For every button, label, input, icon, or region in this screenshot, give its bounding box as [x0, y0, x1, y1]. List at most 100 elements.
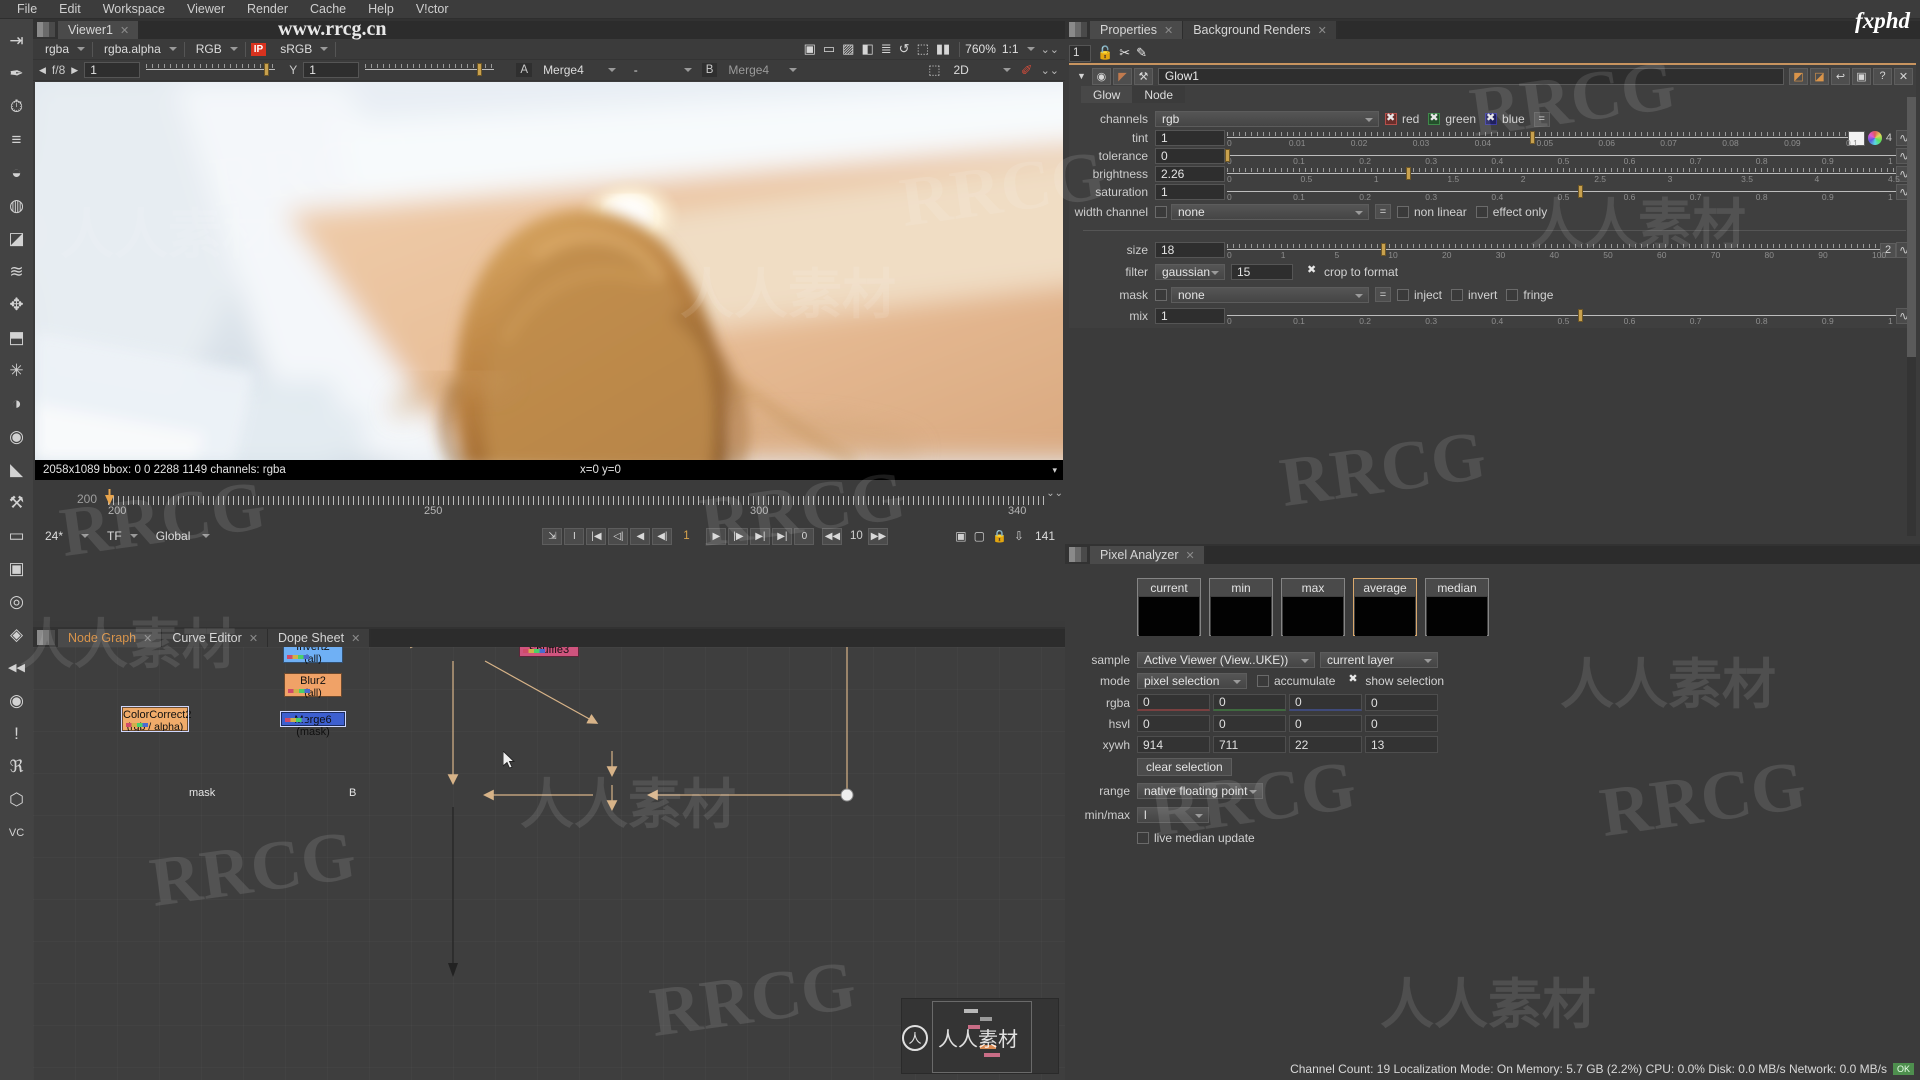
node-merge6-mask-[interactable]: Merge6 (mask)	[280, 711, 346, 737]
edit-icon[interactable]: ✎	[1136, 45, 1147, 61]
value-field[interactable]: 0	[1289, 694, 1362, 711]
node-shuffle3[interactable]: Shuffle3	[519, 647, 579, 657]
color-picker-icon[interactable]: ✐	[1021, 62, 1033, 79]
goto-end-button[interactable]: ▶|	[772, 527, 793, 545]
node-colorcorrect2[interactable]: ColorCorrect2 (rgb / alpha)	[121, 706, 191, 732]
checkerboard-icon[interactable]: ▨	[842, 41, 854, 57]
sample-layer-dropdown[interactable]: current layer	[1320, 652, 1438, 668]
step-forward-button[interactable]: |▶	[728, 527, 749, 545]
fullframe-icon[interactable]: ▢	[974, 529, 985, 543]
lock-range-select[interactable]: Global	[150, 528, 213, 544]
tint-input[interactable]: 1	[1155, 130, 1225, 146]
tolerance-slider[interactable]: 00.10.20.30.40.50.60.70.80.91	[1225, 148, 1896, 166]
rewind-plugin-icon[interactable]: ◀◀	[0, 651, 33, 684]
slider-handle[interactable]	[477, 63, 483, 76]
playback-range-icon[interactable]: ▣	[955, 529, 966, 543]
checkbox-blue[interactable]	[1485, 111, 1498, 125]
panel-grip-icon[interactable]	[1069, 22, 1087, 37]
tab-pixel-analyzer[interactable]: Pixel Analyzer ✕	[1090, 546, 1205, 564]
vc-label-icon[interactable]: VC	[0, 816, 33, 849]
inject-checkbox[interactable]	[1397, 288, 1409, 301]
close-icon[interactable]: ✕	[120, 24, 129, 37]
mix-input[interactable]: 1	[1155, 308, 1225, 324]
sphere-icon[interactable]: ⬡	[0, 783, 33, 816]
mask-icon[interactable]: ◤	[1112, 67, 1132, 85]
chevron-down-icon[interactable]	[1026, 47, 1035, 51]
minmax-dropdown[interactable]: l	[1137, 807, 1209, 823]
colorspace-select[interactable]: sRGB	[274, 41, 330, 57]
refresh-icon[interactable]: ↺	[899, 41, 910, 57]
tab-node[interactable]: Node	[1132, 86, 1186, 103]
toolsets-node-icon[interactable]: ⚒	[0, 486, 33, 519]
saturation-input[interactable]: 1	[1155, 184, 1225, 200]
node-blur2[interactable]: Blur2 (all)	[284, 673, 342, 698]
revert-icon[interactable]: ↩	[1831, 67, 1850, 85]
expression-equals-button[interactable]: =	[1375, 204, 1391, 219]
filter-node-icon[interactable]: ◍	[0, 189, 33, 222]
menu-item-render[interactable]: Render	[236, 0, 299, 19]
compare-icon[interactable]: ▮▮	[936, 41, 950, 57]
lock-icon[interactable]: 🔒	[992, 529, 1007, 543]
panel-grip-icon[interactable]	[37, 630, 55, 645]
timeline-expand-icon[interactable]: ⌄⌄	[1046, 488, 1063, 499]
play-backward-button[interactable]: ◀	[630, 527, 651, 545]
filter-quality-input[interactable]: 15	[1231, 263, 1293, 280]
brightness-input[interactable]: 2.26	[1155, 166, 1225, 182]
in-point-button[interactable]: I	[564, 527, 585, 545]
accumulate-checkbox[interactable]	[1257, 675, 1269, 687]
tab-properties[interactable]: Properties ✕	[1090, 21, 1184, 39]
value-field[interactable]: 0	[1289, 715, 1362, 732]
checkbox-red[interactable]	[1385, 111, 1397, 125]
decrement-button[interactable]: ◀◀	[822, 527, 843, 545]
value-field[interactable]: 0	[1213, 694, 1286, 711]
expand-toolbar-icon[interactable]: ⌄⌄	[1041, 43, 1059, 56]
value-field[interactable]: 711	[1213, 736, 1286, 753]
tab-curve-editor[interactable]: Curve Editor ✕	[162, 629, 269, 647]
view-mode-select[interactable]: 2D	[948, 62, 1013, 78]
play-forward-button[interactable]: ▶	[706, 527, 727, 545]
tab-node-graph[interactable]: Node Graph ✕	[58, 629, 163, 647]
tint-slider[interactable]: 0 0.01 0.02 0.03 0.04 0.05 0.06 0.07 0.08 0.09 0.1	[1227, 130, 1858, 148]
clear-all-icon[interactable]: ✂	[1119, 45, 1130, 61]
transform-node-icon[interactable]: ✥	[0, 288, 33, 321]
value-field[interactable]: 0	[1137, 715, 1210, 732]
value-field[interactable]: 0	[1365, 715, 1438, 732]
close-icon[interactable]: ✕	[249, 632, 258, 645]
size-slider[interactable]: 0 1 5 10 20 30 40 50 60 70 80 90 100	[1227, 242, 1886, 260]
expression-equals-button[interactable]: =	[1375, 287, 1391, 302]
wrench-icon[interactable]: ⚒	[1133, 67, 1153, 85]
saturation-slider[interactable]: 0 0.1 0.2 0.3 0.4 0.5 0.6 0.7 0.8 0.9 1	[1227, 184, 1896, 202]
loop-mode-button[interactable]: 0	[794, 527, 815, 545]
menu-item-help[interactable]: Help	[357, 0, 405, 19]
time-node-icon[interactable]: ⏱	[0, 90, 33, 123]
close-icon[interactable]: ✕	[143, 632, 152, 645]
tab-background-renders[interactable]: Background Renders ✕	[1183, 21, 1337, 39]
gain-slider[interactable]	[146, 62, 276, 78]
width-channel-dropdown[interactable]: none	[1171, 203, 1369, 220]
operation-select[interactable]: -	[628, 62, 694, 78]
tab-glow[interactable]: Glow	[1081, 86, 1133, 103]
invert-checkbox[interactable]	[1451, 288, 1464, 301]
metadata-node-icon[interactable]: ◣	[0, 453, 33, 486]
value-field[interactable]: 0	[1137, 694, 1210, 711]
timeline-ruler[interactable]: 200 250 300 340	[105, 487, 1047, 517]
close-icon[interactable]: ✕	[1318, 24, 1327, 37]
viewer-canvas[interactable]	[35, 82, 1063, 460]
keyer-node-icon[interactable]: ◪	[0, 222, 33, 255]
node-color-picker-icon[interactable]: ◪	[1810, 67, 1829, 85]
channel-node-icon[interactable]: ≡	[0, 123, 33, 156]
mask-enable-checkbox[interactable]	[1155, 288, 1167, 301]
increment-value[interactable]: 10	[844, 528, 868, 545]
node-color-icon[interactable]: ◉	[1091, 67, 1111, 85]
menu-item-v-ctor[interactable]: V!ctor	[405, 0, 460, 19]
non-linear-checkbox[interactable]	[1397, 205, 1409, 218]
slider-handle[interactable]	[1225, 149, 1230, 162]
live-median-checkbox[interactable]	[1137, 832, 1149, 844]
slider-handle[interactable]	[1381, 243, 1386, 256]
step-back-button[interactable]: ◀|	[652, 527, 673, 545]
sync-frame-button[interactable]: ⇲	[542, 527, 563, 545]
color-node-icon[interactable]: ◒	[0, 156, 33, 189]
roi-icon[interactable]: ▣	[804, 41, 816, 57]
input-b-select[interactable]: Merge4	[722, 62, 799, 78]
increment-button[interactable]: ▶▶	[868, 527, 889, 545]
